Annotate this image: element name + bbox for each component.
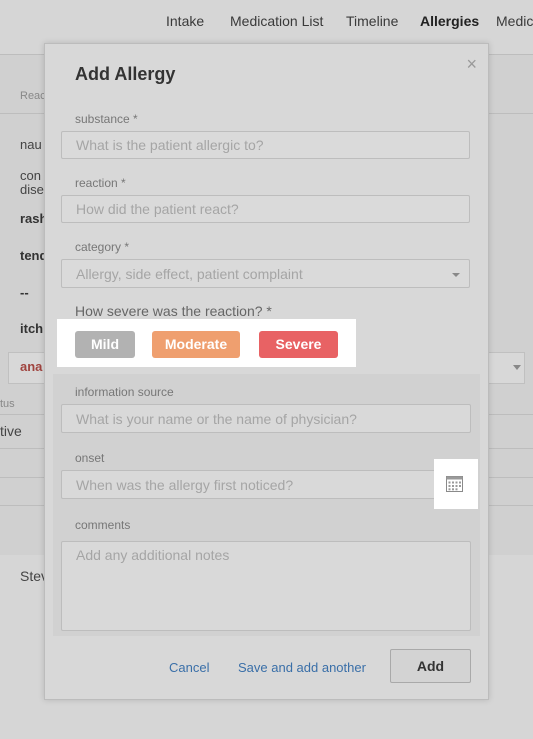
- bg-column-header: Reac: [20, 90, 46, 102]
- substance-label: substance *: [75, 112, 138, 126]
- close-icon[interactable]: ×: [466, 55, 477, 73]
- tab-allergies[interactable]: Allergies: [420, 13, 479, 29]
- tab-intake[interactable]: Intake: [166, 13, 204, 29]
- chevron-down-icon: [452, 273, 460, 277]
- tab-timeline[interactable]: Timeline: [346, 13, 398, 29]
- comments-textarea[interactable]: [61, 541, 471, 631]
- reaction-input[interactable]: [61, 195, 470, 223]
- severity-severe-button[interactable]: Severe: [259, 331, 338, 358]
- severity-moderate-button[interactable]: Moderate: [152, 331, 240, 358]
- onset-input[interactable]: [61, 470, 471, 499]
- substance-input[interactable]: [61, 131, 470, 159]
- category-placeholder: Allergy, side effect, patient complaint: [76, 266, 303, 282]
- reaction-label: reaction *: [75, 176, 126, 190]
- calendar-icon: [446, 476, 463, 492]
- calendar-button[interactable]: [434, 459, 478, 509]
- category-select[interactable]: Allergy, side effect, patient complaint: [61, 259, 470, 288]
- bg-reaction-item: nau: [20, 137, 42, 152]
- tab-medication-list[interactable]: Medication List: [230, 13, 323, 29]
- severity-options: Mild Moderate Severe: [57, 319, 356, 367]
- severity-question: How severe was the reaction? *: [75, 303, 272, 319]
- add-allergy-modal: Add Allergy × substance * reaction * cat…: [44, 43, 489, 700]
- bg-reaction-item: --: [20, 285, 29, 300]
- comments-label: comments: [75, 518, 131, 532]
- bg-chevron-down-icon: [513, 365, 521, 370]
- onset-label: onset: [75, 451, 105, 465]
- add-button[interactable]: Add: [390, 649, 471, 683]
- optional-details-section: information source onset comments: [53, 374, 480, 636]
- category-label: category *: [75, 240, 130, 254]
- modal-title: Add Allergy: [75, 64, 176, 84]
- tab-medications-partial[interactable]: Medic: [496, 13, 533, 29]
- severity-mild-button[interactable]: Mild: [75, 331, 135, 358]
- bg-reaction-item: dise: [20, 182, 44, 197]
- bg-reaction-item: itch: [20, 321, 44, 336]
- bg-status-value: tive: [0, 423, 22, 439]
- information-source-label: information source: [75, 385, 174, 399]
- bg-reaction-item: con: [20, 168, 41, 183]
- bg-selected-reaction: ana: [20, 359, 43, 374]
- save-and-add-another-link[interactable]: Save and add another: [238, 660, 366, 675]
- information-source-input[interactable]: [61, 404, 471, 433]
- bg-status-header: tus: [0, 398, 15, 410]
- cancel-link[interactable]: Cancel: [169, 660, 209, 675]
